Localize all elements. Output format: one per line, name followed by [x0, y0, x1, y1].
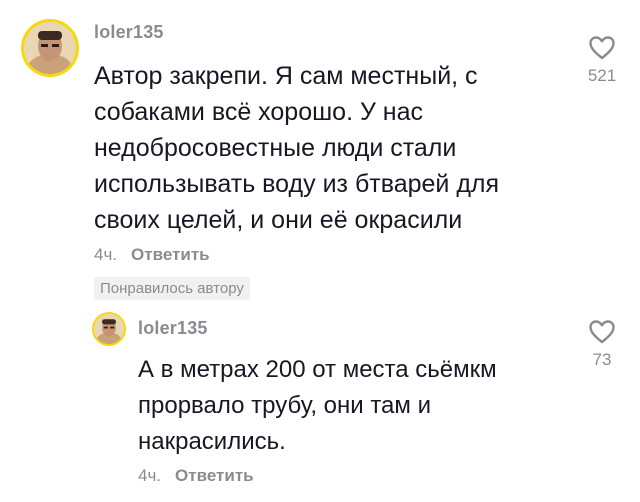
avatar-image: [94, 314, 124, 344]
avatar-image: [24, 22, 76, 74]
like-button[interactable]: 73: [578, 320, 626, 370]
like-count: 521: [587, 66, 617, 85]
avatar[interactable]: [24, 22, 76, 74]
liked-by-author-badge: Понравилось автору: [94, 277, 250, 300]
heart-outline-icon: [589, 36, 615, 60]
comment-meta: 4ч. Ответить: [138, 466, 254, 486]
like-count: 73: [592, 350, 612, 369]
reply-button[interactable]: Ответить: [131, 245, 210, 264]
comment-text: Автор закрепи. Я сам местный, с собаками…: [94, 62, 500, 234]
like-button[interactable]: 521: [578, 36, 626, 86]
comment-text: А в метрах 200 от места сьёмкм прорвало …: [138, 356, 497, 455]
comment-time: 4ч.: [94, 245, 118, 264]
comment-meta: 4ч. Ответить: [94, 245, 210, 265]
heart-outline-icon: [589, 320, 615, 344]
comment-time: 4ч.: [138, 466, 162, 485]
comment-username[interactable]: loler135: [94, 22, 164, 43]
avatar[interactable]: [94, 314, 124, 344]
comment-username[interactable]: loler135: [138, 318, 208, 339]
reply-button[interactable]: Ответить: [175, 466, 254, 485]
